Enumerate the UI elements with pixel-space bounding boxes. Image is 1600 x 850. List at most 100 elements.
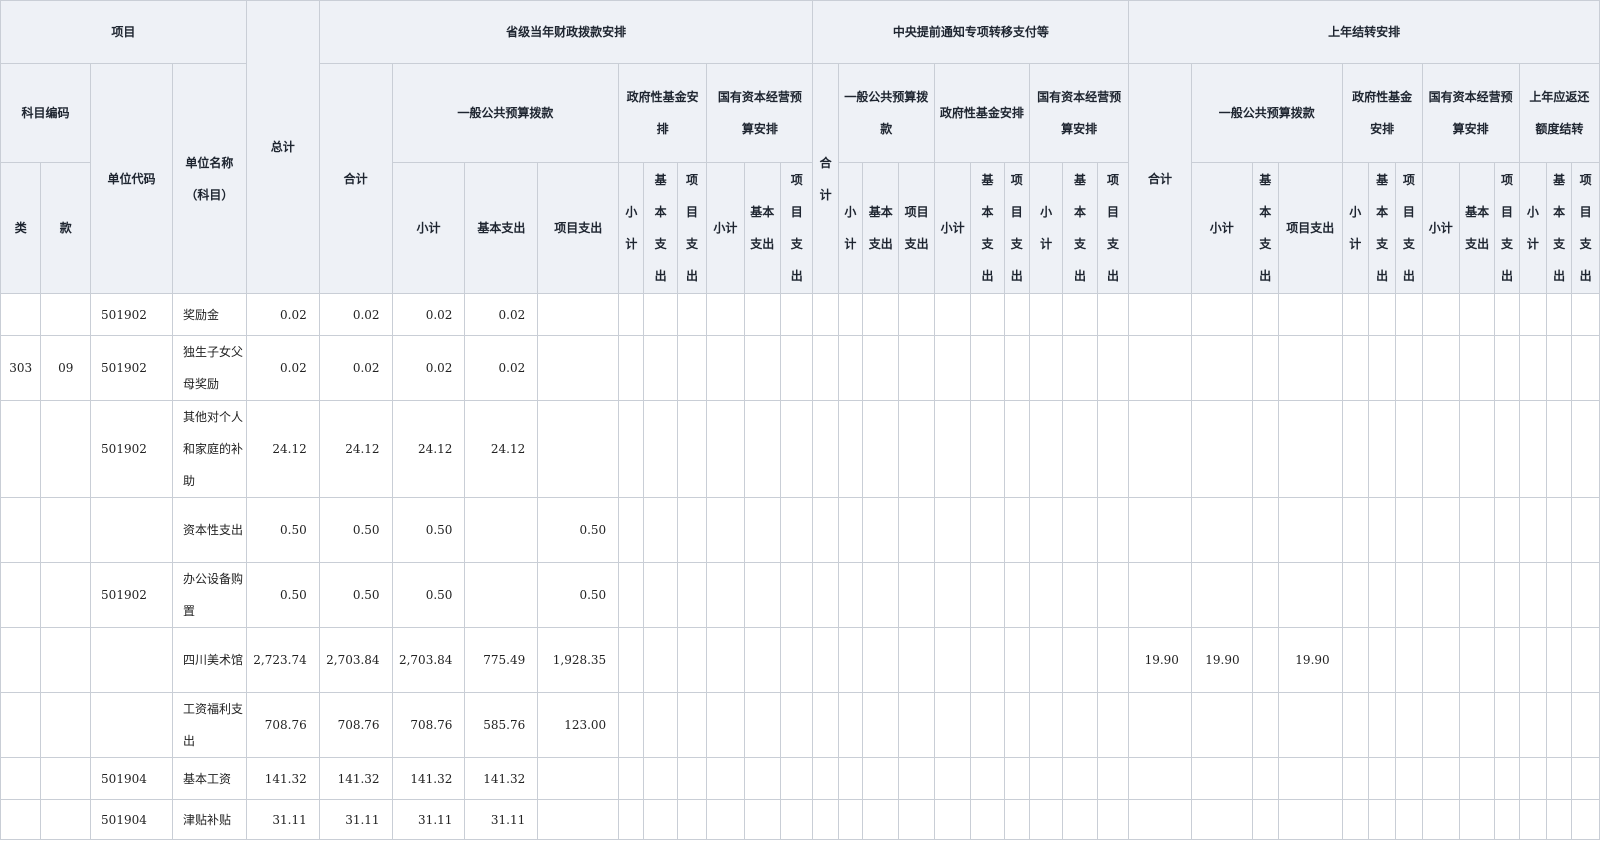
cell-empty	[780, 497, 814, 563]
cell-carry-project	[1277, 757, 1343, 800]
cell-empty	[862, 799, 900, 840]
cell-empty	[1096, 692, 1130, 758]
cell-empty	[812, 400, 839, 498]
cell-empty	[1494, 400, 1520, 498]
cell-empty	[1341, 757, 1369, 800]
cell-empty	[1545, 562, 1573, 628]
cell-empty	[1096, 627, 1130, 693]
cell-prov-small-total: 708.76	[391, 692, 466, 758]
cell-empty	[1341, 799, 1369, 840]
cell-empty	[618, 335, 645, 401]
cell-empty	[1028, 293, 1064, 336]
cell-unit-code: 501902	[90, 293, 173, 336]
cell-empty	[837, 627, 864, 693]
cell-empty	[898, 497, 935, 563]
cell-empty	[1062, 562, 1098, 628]
table-row: 工资福利支出 708.76 708.76 708.76 585.76 123.00	[0, 692, 1600, 758]
cell-lei	[0, 497, 42, 563]
cell-carry-small-total	[1190, 293, 1253, 336]
cell-empty	[970, 627, 1005, 693]
cell-empty	[643, 497, 678, 563]
header-central-gen-small: 小计	[837, 162, 864, 294]
table-row: 501904 津贴补贴 31.11 31.11 31.11 31.11	[0, 799, 1600, 840]
cell-carry-basic	[1251, 692, 1279, 758]
header-carry-return-small: 小计	[1518, 162, 1547, 294]
cell-empty	[618, 293, 645, 336]
cell-empty	[970, 400, 1005, 498]
cell-empty	[1494, 293, 1520, 336]
cell-prov-small-total: 0.02	[391, 293, 466, 336]
header-central-fund-small: 小计	[933, 162, 972, 294]
cell-prov-basic: 24.12	[464, 400, 539, 498]
cell-empty	[812, 497, 839, 563]
cell-empty	[1458, 335, 1496, 401]
cell-unit-name: 工资福利支出	[172, 692, 247, 758]
cell-empty	[1395, 757, 1423, 800]
cell-carry-small-total: 19.90	[1190, 627, 1253, 693]
cell-empty	[706, 627, 745, 693]
cell-unit-code	[90, 627, 173, 693]
cell-carry-small-total	[1190, 757, 1253, 800]
cell-empty	[1367, 799, 1397, 840]
cell-empty	[1518, 335, 1547, 401]
header-subject-code: 科目编码	[0, 63, 92, 163]
header-kuan: 款	[40, 162, 92, 294]
cell-empty	[780, 400, 814, 498]
cell-empty	[1545, 757, 1573, 800]
cell-empty	[1395, 335, 1423, 401]
cell-empty	[1096, 799, 1130, 840]
cell-prov-basic: 141.32	[464, 757, 539, 800]
cell-empty	[1341, 562, 1369, 628]
cell-unit-code	[90, 497, 173, 563]
cell-carry-total	[1128, 497, 1192, 563]
cell-carry-basic	[1251, 400, 1279, 498]
cell-prov-project: 1,928.35	[537, 627, 620, 693]
cell-carry-basic	[1251, 562, 1279, 628]
cell-prov-total: 0.02	[318, 335, 393, 401]
cell-empty	[862, 562, 900, 628]
header-prov-total: 合计	[318, 63, 393, 294]
cell-empty	[1571, 293, 1600, 336]
header-prov-cap-project: 项目支出	[780, 162, 814, 294]
header-central-general: 一般公共预算拨款	[837, 63, 935, 163]
cell-empty	[676, 799, 708, 840]
header-carry-gov-fund: 政府性基金安排	[1341, 63, 1423, 163]
cell-empty	[1421, 497, 1460, 563]
header-carry-general: 一般公共预算拨款	[1190, 63, 1343, 163]
cell-prov-project	[537, 757, 620, 800]
cell-prov-small-total: 31.11	[391, 799, 466, 840]
cell-empty	[1545, 627, 1573, 693]
cell-empty	[1421, 799, 1460, 840]
cell-empty	[1458, 497, 1496, 563]
cell-empty	[898, 627, 935, 693]
cell-empty	[706, 293, 745, 336]
cell-prov-total: 2,703.84	[318, 627, 393, 693]
cell-kuan	[40, 497, 92, 563]
cell-empty	[1062, 627, 1098, 693]
header-central-cap-basic: 基本支出	[1062, 162, 1098, 294]
cell-empty	[933, 562, 972, 628]
cell-unit-code: 501902	[90, 562, 173, 628]
cell-empty	[1571, 562, 1600, 628]
cell-empty	[1518, 799, 1547, 840]
cell-unit-name: 奖励金	[172, 293, 247, 336]
cell-empty	[1003, 335, 1030, 401]
cell-empty	[837, 692, 864, 758]
cell-empty	[812, 562, 839, 628]
table-row: 501902 办公设备购置 0.50 0.50 0.50 0.50	[0, 562, 1600, 628]
header-carry-return-quota: 上年应返还额度结转	[1518, 63, 1600, 163]
cell-empty	[1062, 692, 1098, 758]
cell-empty	[1518, 627, 1547, 693]
cell-carry-total: 19.90	[1128, 627, 1192, 693]
cell-empty	[706, 562, 745, 628]
cell-lei: 303	[0, 335, 42, 401]
table-row: 资本性支出 0.50 0.50 0.50 0.50	[0, 497, 1600, 563]
cell-unit-code: 501902	[90, 400, 173, 498]
header-prov-cap-small: 小计	[706, 162, 745, 294]
cell-unit-name: 津贴补贴	[172, 799, 247, 840]
cell-empty	[837, 799, 864, 840]
cell-total: 0.02	[245, 293, 320, 336]
header-carry-total: 合计	[1128, 63, 1192, 294]
cell-empty	[1003, 757, 1030, 800]
header-central-fund-project: 项目支出	[1003, 162, 1030, 294]
